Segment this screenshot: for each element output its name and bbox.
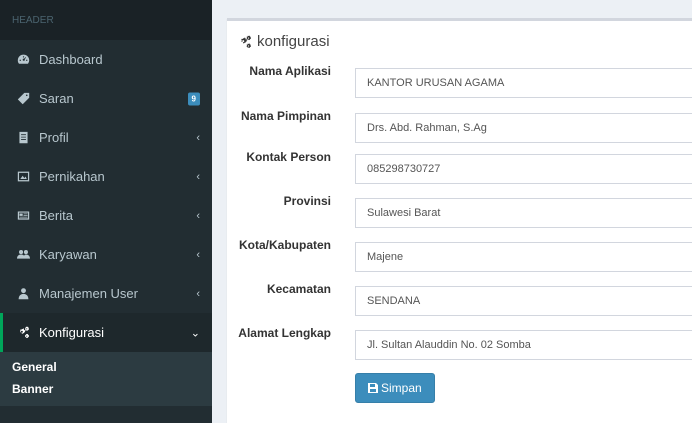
konfigurasi-submenu: General Banner	[0, 352, 212, 406]
sidebar-header: HEADER	[0, 0, 212, 40]
provinsi-input[interactable]: Sulawesi Barat	[355, 198, 692, 228]
chevron-left-icon: ‹	[196, 209, 200, 222]
save-button[interactable]: Simpan	[355, 373, 435, 403]
form-row-provinsi: Provinsi Sulawesi Barat	[227, 194, 692, 228]
sidebar: HEADER Dashboard Saran 9 Profil ‹ Pernik…	[0, 0, 212, 423]
field-label: Kecamatan	[266, 282, 331, 296]
sidebar-item-konfigurasi[interactable]: Konfigurasi ⌄	[0, 313, 212, 352]
book-icon	[15, 130, 31, 146]
submenu-item-general[interactable]: General	[0, 356, 212, 378]
newspaper-icon	[15, 208, 31, 224]
form-row-nama-aplikasi: Nama Aplikasi KANTOR URUSAN AGAMA	[227, 64, 692, 98]
sidebar-item-label: Saran	[39, 91, 74, 106]
sidebar-item-label: Pernikahan	[39, 169, 105, 184]
sidebar-item-label: Konfigurasi	[39, 325, 105, 340]
submenu-item-banner[interactable]: Banner	[0, 378, 212, 400]
sidebar-item-label: Berita	[39, 208, 73, 223]
kota-kabupaten-input[interactable]: Majene	[355, 242, 692, 272]
form-row-kecamatan: Kecamatan SENDANA	[227, 282, 692, 316]
form-row-kota-kabupaten: Kota/Kabupaten Majene	[227, 238, 692, 272]
sidebar-item-dashboard[interactable]: Dashboard	[0, 40, 212, 79]
image-icon	[15, 169, 31, 185]
chevron-left-icon: ‹	[196, 170, 200, 183]
sidebar-item-label: Dashboard	[39, 52, 103, 67]
chevron-left-icon: ‹	[196, 287, 200, 300]
dashboard-icon	[15, 52, 31, 68]
panel-title: konfigurasi	[237, 33, 330, 50]
field-label: Nama Aplikasi	[249, 64, 331, 78]
sidebar-item-profil[interactable]: Profil ‹	[0, 118, 212, 157]
kecamatan-input[interactable]: SENDANA	[355, 286, 692, 316]
field-label: Kota/Kabupaten	[238, 238, 331, 252]
field-label: Kontak Person	[246, 150, 331, 164]
sidebar-item-label: Karyawan	[39, 247, 97, 262]
nama-aplikasi-input[interactable]: KANTOR URUSAN AGAMA	[355, 68, 692, 98]
sidebar-item-karyawan[interactable]: Karyawan ‹	[0, 235, 212, 274]
sidebar-item-label: Manajemen User	[39, 286, 138, 301]
field-label: Provinsi	[283, 194, 331, 208]
chevron-down-icon: ⌄	[190, 327, 200, 339]
sidebar-item-label: Profil	[39, 130, 69, 145]
floppy-disk-icon	[368, 383, 378, 393]
chevron-left-icon: ‹	[196, 131, 200, 144]
save-button-label: Simpan	[381, 381, 422, 395]
form-row-alamat-lengkap: Alamat Lengkap Jl. Sultan Alauddin No. 0…	[227, 326, 692, 360]
field-label: Nama Pimpinan	[240, 109, 331, 123]
form-row-nama-pimpinan: Nama Pimpinan Drs. Abd. Rahman, S.Ag	[227, 109, 692, 143]
config-panel: konfigurasi Nama Aplikasi KANTOR URUSAN …	[227, 18, 692, 423]
sidebar-item-manajemen-user[interactable]: Manajemen User ‹	[0, 274, 212, 313]
nama-pimpinan-input[interactable]: Drs. Abd. Rahman, S.Ag	[355, 113, 692, 143]
count-badge: 9	[187, 92, 200, 105]
user-icon	[15, 286, 31, 302]
kontak-person-input[interactable]: 085298730727	[355, 154, 692, 184]
cogs-icon	[15, 325, 31, 341]
form-row-kontak-person: Kontak Person 085298730727	[227, 150, 692, 184]
alamat-lengkap-input[interactable]: Jl. Sultan Alauddin No. 02 Somba	[355, 330, 692, 360]
main-content: konfigurasi Nama Aplikasi KANTOR URUSAN …	[212, 0, 692, 423]
users-icon	[15, 247, 31, 263]
sidebar-item-saran[interactable]: Saran 9	[0, 79, 212, 118]
panel-title-text: konfigurasi	[257, 33, 330, 50]
field-label: Alamat Lengkap	[238, 326, 331, 340]
sidebar-item-pernikahan[interactable]: Pernikahan ‹	[0, 157, 212, 196]
sidebar-item-berita[interactable]: Berita ‹	[0, 196, 212, 235]
tag-icon	[15, 91, 31, 107]
chevron-left-icon: ‹	[196, 248, 200, 261]
cogs-icon	[241, 35, 251, 48]
